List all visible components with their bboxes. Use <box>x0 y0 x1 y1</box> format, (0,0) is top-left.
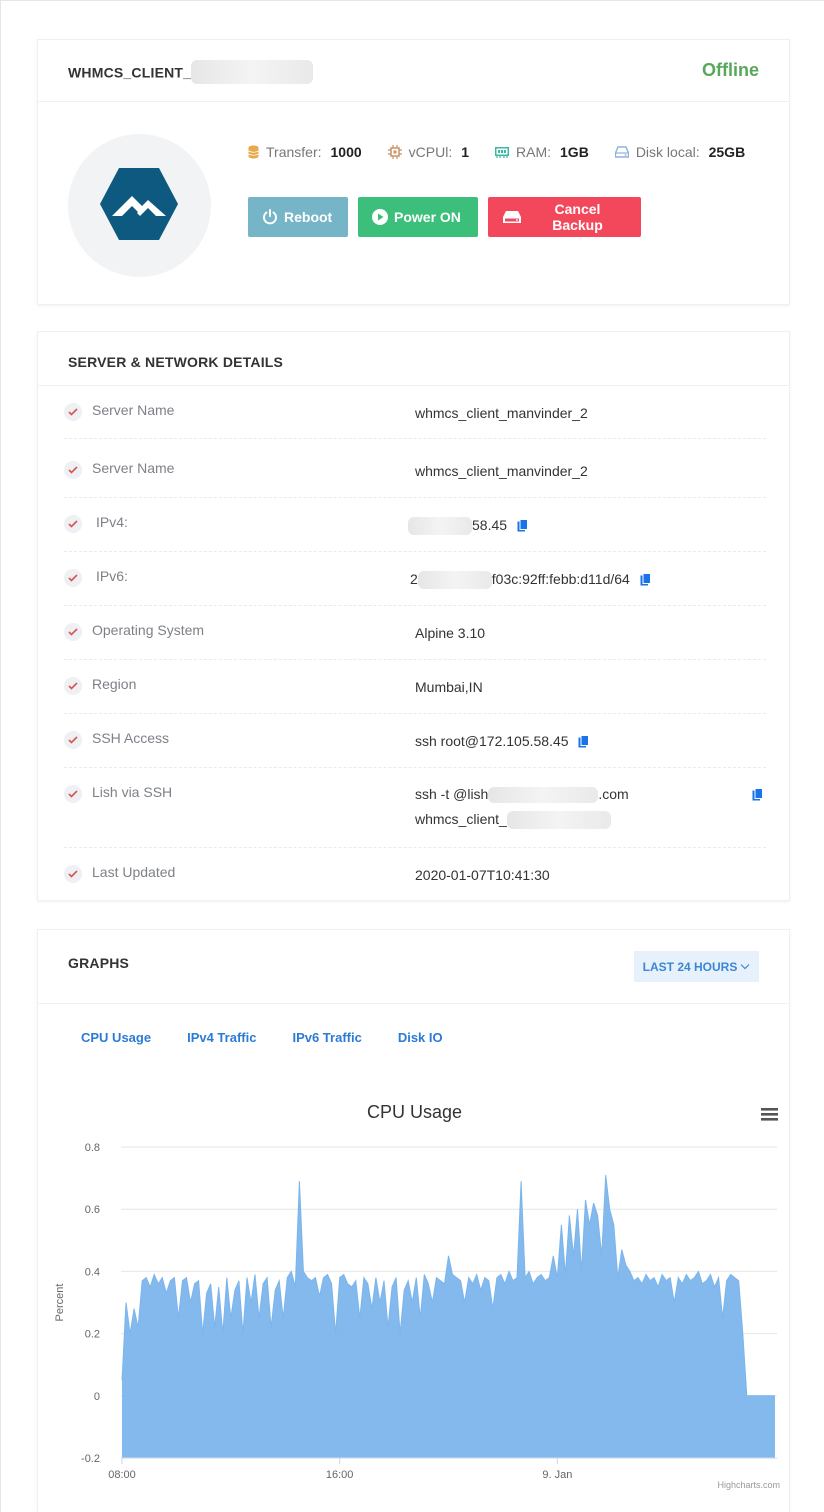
graph-tabs: CPU Usage IPv4 Traffic IPv6 Traffic Disk… <box>81 1030 479 1045</box>
details-title: SERVER & NETWORK DETAILS <box>68 354 284 370</box>
server-card: WHMCS_CLIENT_ Offline Transfer: 1000 vCP… <box>37 39 790 305</box>
server-card-header: WHMCS_CLIENT_ Offline <box>38 40 789 102</box>
copy-icon[interactable] <box>752 788 763 804</box>
time-range-dropdown[interactable]: LAST 24 HOURS <box>634 951 759 982</box>
detail-row-server-name-2: Server Name whmcs_client_manvinder_2 <box>64 439 766 498</box>
tab-cpu-usage[interactable]: CPU Usage <box>81 1030 151 1045</box>
database-icon <box>248 145 259 159</box>
hdd-icon <box>502 210 522 224</box>
tab-ipv6-traffic[interactable]: IPv6 Traffic <box>292 1030 361 1045</box>
check-icon <box>64 731 82 749</box>
y-axis-label: Percent <box>54 1284 66 1322</box>
detail-row-server-name: Server Name whmcs_client_manvinder_2 <box>64 386 766 439</box>
server-specs: Transfer: 1000 vCPUl: 1 RAM: 1GB Disk lo… <box>248 144 745 160</box>
cpu-icon <box>387 145 402 159</box>
y-tick-label: 0.8 <box>85 1142 100 1154</box>
detail-row-lish: Lish via SSH ssh -t @lish .com whmcs_clie… <box>64 768 766 848</box>
disk-icon <box>614 146 629 158</box>
redacted-text <box>506 811 611 830</box>
spec-ram: RAM: 1GB <box>495 144 589 160</box>
check-icon <box>64 515 82 533</box>
copy-icon[interactable] <box>517 519 528 535</box>
server-title: WHMCS_CLIENT_ <box>68 60 314 84</box>
detail-row-os: Operating System Alpine 3.10 <box>64 606 766 660</box>
os-logo <box>68 134 211 277</box>
chevron-down-icon <box>740 964 750 970</box>
copy-icon[interactable] <box>640 573 651 589</box>
x-tick-label: 9. Jan <box>542 1469 572 1480</box>
reboot-button[interactable]: Reboot <box>248 197 348 237</box>
spec-vcpu: vCPUl: 1 <box>387 144 469 160</box>
ram-icon <box>495 146 510 158</box>
detail-row-last-updated: Last Updated 2020-01-07T10:41:30 <box>64 848 766 902</box>
graphs-title: GRAPHS <box>68 955 130 971</box>
detail-row-ipv4: IPv4: 58.45 <box>64 498 766 552</box>
details-list: Server Name whmcs_client_manvinder_2 Ser… <box>64 386 766 902</box>
check-icon <box>64 785 82 803</box>
alpine-logo-icon <box>100 168 178 240</box>
graphs-card-header: GRAPHS LAST 24 HOURS <box>38 930 789 1004</box>
copy-icon[interactable] <box>578 735 590 751</box>
cpu-usage-area <box>122 1175 775 1458</box>
details-card: SERVER & NETWORK DETAILS Server Name whm… <box>37 331 790 901</box>
check-icon <box>64 677 82 695</box>
redacted-text <box>191 60 314 84</box>
x-tick-label: 16:00 <box>326 1469 354 1480</box>
details-card-header: SERVER & NETWORK DETAILS <box>38 332 789 386</box>
redacted-text <box>488 787 599 804</box>
redacted-text <box>408 517 472 536</box>
cpu-usage-chart: 0.8 0.6 0.4 0.2 0 -0.2 Percent 08:00 16:00 9. Jan <box>54 1142 777 1480</box>
y-tick-label: 0.6 <box>85 1204 100 1216</box>
x-tick-label: 08:00 <box>108 1469 136 1480</box>
chart-title: CPU Usage <box>366 1102 463 1122</box>
cancel-backup-button[interactable]: Cancel Backup <box>488 197 641 237</box>
check-icon <box>64 461 82 479</box>
detail-row-region: Region Mumbai,IN <box>64 660 766 714</box>
chart-credits[interactable]: Highcharts.com <box>717 1480 780 1490</box>
tab-ipv4-traffic[interactable]: IPv4 Traffic <box>187 1030 256 1045</box>
check-icon <box>64 403 82 421</box>
spec-transfer: Transfer: 1000 <box>248 144 362 160</box>
status-badge: Offline <box>702 60 759 80</box>
power-on-button[interactable]: Power ON <box>358 197 478 237</box>
detail-row-ssh: SSH Access ssh root@172.105.58.45 <box>64 714 766 768</box>
play-circle-icon <box>372 209 388 225</box>
server-actions: Reboot Power ON Cancel Backup <box>248 197 651 237</box>
check-icon <box>64 623 82 641</box>
y-tick-label: 0 <box>94 1391 100 1403</box>
power-icon <box>262 209 278 225</box>
y-tick-label: 0.4 <box>85 1266 100 1278</box>
check-icon <box>64 569 82 587</box>
y-tick-label: 0.2 <box>85 1329 100 1341</box>
redacted-text <box>417 571 492 590</box>
check-icon <box>64 865 82 883</box>
tab-disk-io[interactable]: Disk IO <box>398 1030 443 1045</box>
chart-menu-icon[interactable] <box>761 1108 778 1121</box>
y-tick-label: -0.2 <box>81 1453 100 1465</box>
graphs-card: GRAPHS LAST 24 HOURS CPU Usage IPv4 Traf… <box>37 929 790 1512</box>
detail-row-ipv6: IPv6: 2 f03c:92ff:febb:d11d/64 <box>64 552 766 606</box>
spec-disk: Disk local: 25GB <box>614 144 745 160</box>
